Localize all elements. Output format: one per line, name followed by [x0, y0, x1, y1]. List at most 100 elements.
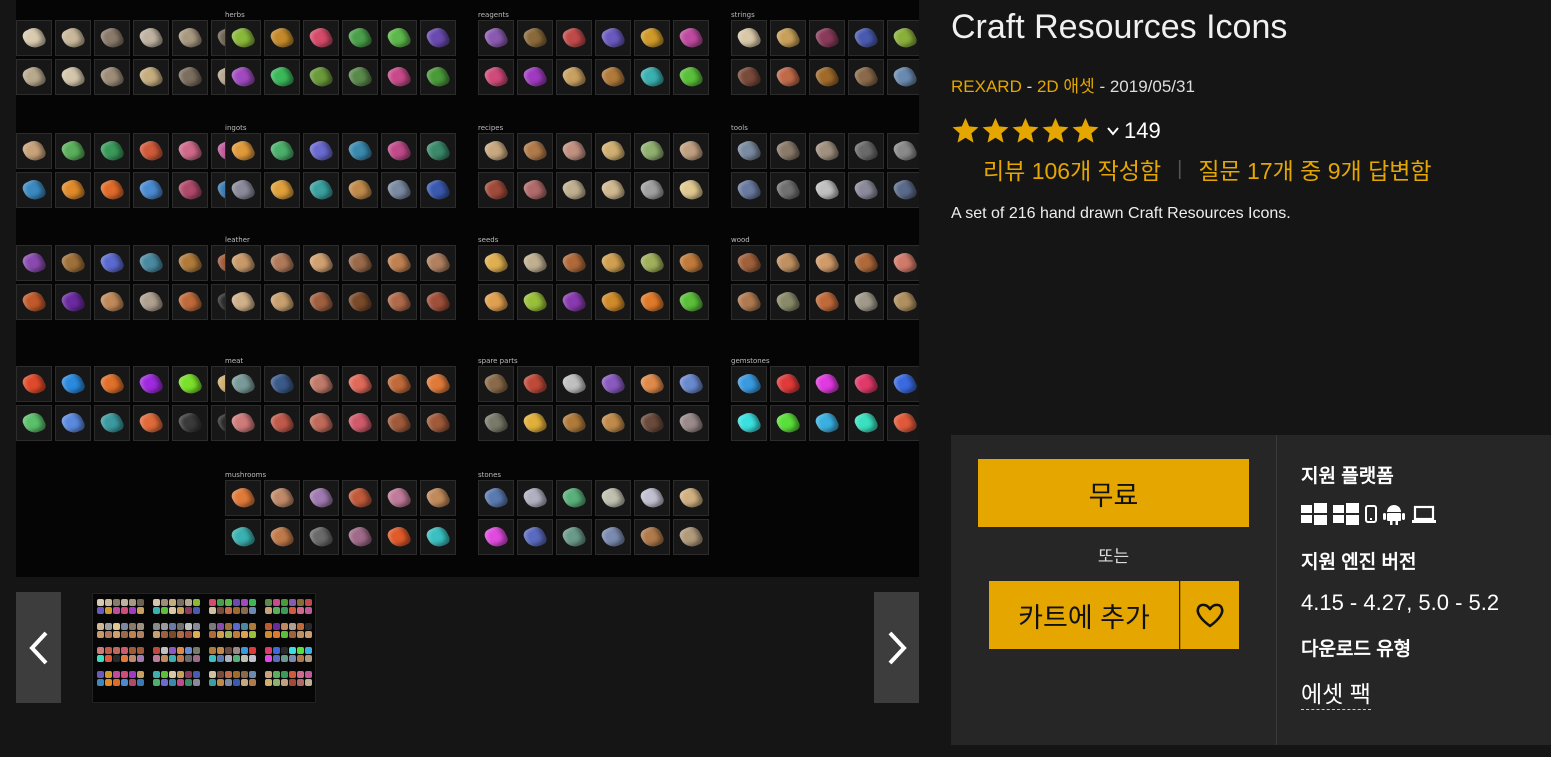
thumbnail-icon	[217, 655, 224, 662]
wishlist-button[interactable]	[1180, 581, 1239, 649]
thumbnail-icon	[145, 639, 152, 646]
resource-icon	[482, 484, 510, 512]
thumbnail-icon	[177, 623, 184, 630]
resource-icon	[774, 24, 802, 52]
rating-summary[interactable]: 149	[951, 116, 1161, 145]
thumbnail-icon	[289, 639, 296, 646]
thumbnail-icon	[225, 599, 232, 606]
thumbnail-icon	[233, 631, 240, 638]
thumbnail-icon	[297, 623, 304, 630]
thumbnail-icon	[145, 671, 152, 678]
resource-icon	[521, 409, 549, 437]
thumbnail-icon	[241, 615, 248, 622]
resource-icon-tile	[420, 519, 456, 555]
free-button[interactable]: 무료	[978, 459, 1249, 527]
thumbnail-icon	[217, 639, 224, 646]
thumbnail-icon	[129, 615, 136, 622]
thumbnail-icon	[145, 663, 152, 670]
thumbnail-icon	[233, 671, 240, 678]
thumbnail-icon	[233, 599, 240, 606]
thumbnail-icon	[233, 607, 240, 614]
thumbnail-icon	[305, 671, 312, 678]
thumbnail-icon	[297, 607, 304, 614]
thumbnail-icon	[273, 607, 280, 614]
thumbnail-icon	[185, 615, 192, 622]
gallery-main-image[interactable]: herbs reagents strings ingots recipes tools le…	[16, 0, 919, 577]
thumbnail-icon	[113, 615, 120, 622]
gallery-next-button[interactable]	[874, 592, 919, 703]
resource-icon	[176, 137, 204, 165]
thumbnail-icon	[113, 679, 120, 686]
resource-icon-tile	[731, 20, 767, 56]
thumbnail-icon	[233, 655, 240, 662]
seller-link[interactable]: REXARD	[951, 77, 1022, 96]
resource-icon-tile	[264, 245, 300, 281]
resource-icon-tile	[517, 133, 553, 169]
thumbnail-icon	[105, 599, 112, 606]
resource-icon	[482, 63, 510, 91]
or-label: 또는	[1097, 547, 1130, 566]
thumbnail-icon	[217, 599, 224, 606]
thumbnail-icon	[145, 607, 152, 614]
resource-icon	[385, 288, 413, 316]
thumbnail-icon	[129, 663, 136, 670]
resource-icon-tile	[517, 480, 553, 516]
thumbnail-icon	[137, 655, 144, 662]
thumbnail-icon	[209, 655, 216, 662]
thumbnail-icon	[145, 647, 152, 654]
resource-icon	[307, 409, 335, 437]
thumbnail-icon	[281, 639, 288, 646]
thumbnail-icon	[161, 631, 168, 638]
resource-icon-tile	[809, 405, 845, 441]
category-link[interactable]: 2D 애셋	[1037, 77, 1095, 96]
resource-icon	[482, 249, 510, 277]
resource-icon-tile	[381, 405, 417, 441]
thumbnail-icon	[161, 679, 168, 686]
resource-icon	[677, 63, 705, 91]
reviews-link[interactable]: 리뷰 106개 작성함	[983, 152, 1161, 186]
resource-icon-tile	[517, 59, 553, 95]
questions-link[interactable]: 질문 17개 중 9개 답변함	[1198, 152, 1431, 186]
thumbnail-icon	[209, 615, 216, 622]
resource-icon	[813, 24, 841, 52]
gallery-prev-button[interactable]	[16, 592, 61, 703]
resource-icon-tile	[887, 245, 919, 281]
resource-icon	[59, 63, 87, 91]
thumbnail-icon	[129, 623, 136, 630]
resource-icon	[677, 24, 705, 52]
resource-icon	[20, 288, 48, 316]
thumbnail-icon	[177, 671, 184, 678]
resource-icon	[813, 63, 841, 91]
resource-icon-tile	[225, 284, 261, 320]
resource-icon	[307, 63, 335, 91]
resource-icon-tile	[731, 245, 767, 281]
thumbnail-icon	[225, 687, 232, 694]
star-icon	[1012, 117, 1039, 143]
resource-icon-tile	[517, 245, 553, 281]
thumbnail-icon	[273, 647, 280, 654]
icon-grid	[16, 133, 248, 208]
resource-icon-tile	[133, 405, 169, 441]
resource-icon-tile	[731, 133, 767, 169]
add-to-cart-button[interactable]: 카트에 추가	[989, 581, 1179, 649]
thumbnail-icon	[129, 639, 136, 646]
resource-icon-tile	[595, 20, 631, 56]
resource-icon	[521, 523, 549, 551]
resource-icon-tile	[634, 59, 670, 95]
resource-icon	[307, 370, 335, 398]
thumbnail-icon	[97, 639, 104, 646]
thumbnail-icon	[153, 663, 160, 670]
meta-separator: -	[1094, 77, 1110, 96]
resource-icon-tile	[887, 172, 919, 208]
resource-icon-tile	[94, 133, 130, 169]
resource-icon-tile	[673, 133, 709, 169]
resource-icon-tile	[595, 284, 631, 320]
gallery-thumbnail[interactable]	[92, 593, 316, 703]
resource-icon-tile	[887, 284, 919, 320]
resource-icon	[482, 137, 510, 165]
icon-grid	[225, 480, 457, 555]
thumbnail-icon	[161, 639, 168, 646]
thumbnail-icon	[305, 679, 312, 686]
download-type[interactable]: 에셋 팩	[1301, 675, 1371, 710]
resource-icon-tile	[556, 480, 592, 516]
